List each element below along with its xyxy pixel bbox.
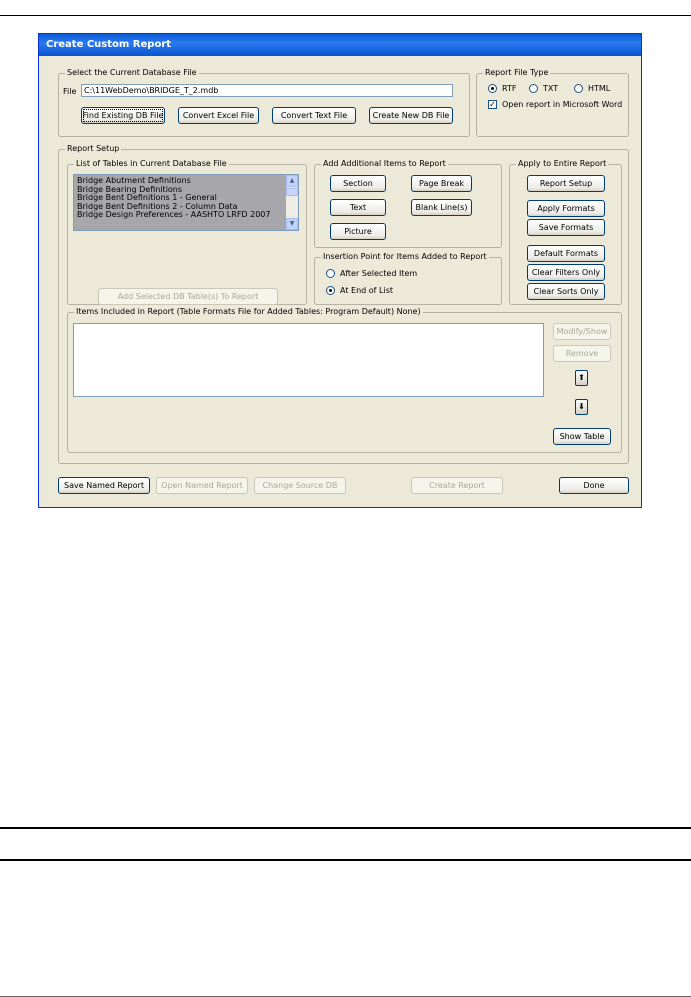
default-formats-button[interactable]: Default Formats	[527, 245, 605, 262]
db-file-legend: Select the Current Database File	[65, 68, 199, 77]
show-table-button[interactable]: Show Table	[553, 428, 611, 445]
section-button[interactable]: Section	[330, 175, 386, 192]
insertion-legend: Insertion Point for Items Added to Repor…	[321, 252, 489, 261]
report-file-type-group: Report File Type RTF TXT HTML ✓ Open rep…	[476, 68, 629, 137]
scroll-thumb[interactable]	[286, 188, 298, 196]
end-of-list-label: At End of List	[340, 286, 393, 295]
open-word-label: Open report in Microsoft Word	[502, 100, 623, 109]
create-report-button[interactable]: Create Report	[411, 477, 503, 494]
html-label: HTML	[588, 84, 611, 93]
report-setup-group: Report Setup List of Tables in Current D…	[58, 144, 629, 464]
txt-radio[interactable]	[529, 84, 538, 93]
tables-listbox[interactable]: Bridge Abutment Definitions Bridge Beari…	[73, 174, 299, 231]
after-selected-label: After Selected Item	[340, 269, 418, 278]
end-of-list-radio[interactable]	[326, 286, 335, 295]
clear-sorts-button[interactable]: Clear Sorts Only	[527, 283, 605, 300]
save-named-report-button[interactable]: Save Named Report	[58, 477, 150, 494]
remove-button[interactable]: Remove	[553, 345, 611, 362]
tables-group: List of Tables in Current Database File …	[67, 159, 307, 305]
tables-scrollbar[interactable]: ▲ ▼	[286, 175, 298, 230]
save-formats-button[interactable]: Save Formats	[527, 219, 605, 236]
report-items-legend: Items Included in Report (Table Formats …	[74, 307, 423, 316]
window-title: Create Custom Report	[46, 39, 172, 50]
html-radio[interactable]	[574, 84, 583, 93]
db-file-group: Select the Current Database File File C:…	[58, 68, 470, 137]
page-rule-upper	[0, 827, 691, 829]
file-path-field[interactable]: C:\11WebDemo\BRIDGE_T_2.mdb	[81, 84, 453, 97]
page-top-rule	[0, 15, 691, 16]
add-selected-tables-button[interactable]: Add Selected DB Table(s) To Report	[98, 288, 278, 305]
open-named-report-button[interactable]: Open Named Report	[156, 477, 248, 494]
tables-legend: List of Tables in Current Database File	[74, 159, 229, 168]
find-existing-db-button[interactable]: Find Existing DB File	[81, 107, 165, 124]
open-word-checkbox[interactable]: ✓	[488, 100, 497, 109]
apply-entire-group: Apply to Entire Report Report Setup Appl…	[509, 159, 622, 305]
report-setup-legend: Report Setup	[65, 144, 122, 153]
clear-filters-button[interactable]: Clear Filters Only	[527, 264, 605, 281]
txt-label: TXT	[543, 84, 559, 93]
table-list-item[interactable]: Bridge Design Preferences - AASHTO LRFD …	[74, 211, 298, 220]
change-source-db-button[interactable]: Change Source DB	[254, 477, 346, 494]
file-type-legend: Report File Type	[483, 68, 551, 77]
convert-excel-button[interactable]: Convert Excel File	[178, 107, 259, 124]
add-items-group: Add Additional Items to Report Section P…	[314, 159, 502, 248]
move-up-icon[interactable]: ⬆	[575, 370, 588, 386]
title-bar: Create Custom Report	[39, 34, 641, 56]
modify-show-button[interactable]: Modify/Show	[553, 323, 611, 340]
apply-entire-legend: Apply to Entire Report	[516, 159, 609, 168]
page-rule-lower	[0, 859, 691, 861]
insertion-point-group: Insertion Point for Items Added to Repor…	[314, 252, 502, 305]
report-items-group: Items Included in Report (Table Formats …	[67, 307, 622, 453]
report-items-list[interactable]	[73, 323, 544, 397]
create-custom-report-dialog: Create Custom Report Select the Current …	[38, 33, 642, 508]
create-new-db-button[interactable]: Create New DB File	[369, 107, 453, 124]
convert-text-button[interactable]: Convert Text File	[272, 107, 356, 124]
scroll-down-icon[interactable]: ▼	[286, 218, 298, 230]
page-break-button[interactable]: Page Break	[411, 175, 472, 192]
after-selected-radio[interactable]	[326, 269, 335, 278]
apply-formats-button[interactable]: Apply Formats	[527, 200, 605, 217]
rtf-radio[interactable]	[488, 84, 497, 93]
picture-button[interactable]: Picture	[330, 223, 386, 240]
add-items-legend: Add Additional Items to Report	[321, 159, 448, 168]
rtf-label: RTF	[502, 84, 517, 93]
text-button[interactable]: Text	[330, 199, 386, 216]
move-down-icon[interactable]: ⬇	[575, 399, 588, 415]
file-label: File	[63, 87, 77, 96]
report-setup-button[interactable]: Report Setup	[527, 175, 605, 192]
file-path-value: C:\11WebDemo\BRIDGE_T_2.mdb	[84, 86, 219, 95]
done-button[interactable]: Done	[559, 477, 629, 494]
blank-lines-button[interactable]: Blank Line(s)	[411, 199, 472, 216]
scroll-up-icon[interactable]: ▲	[286, 175, 298, 187]
